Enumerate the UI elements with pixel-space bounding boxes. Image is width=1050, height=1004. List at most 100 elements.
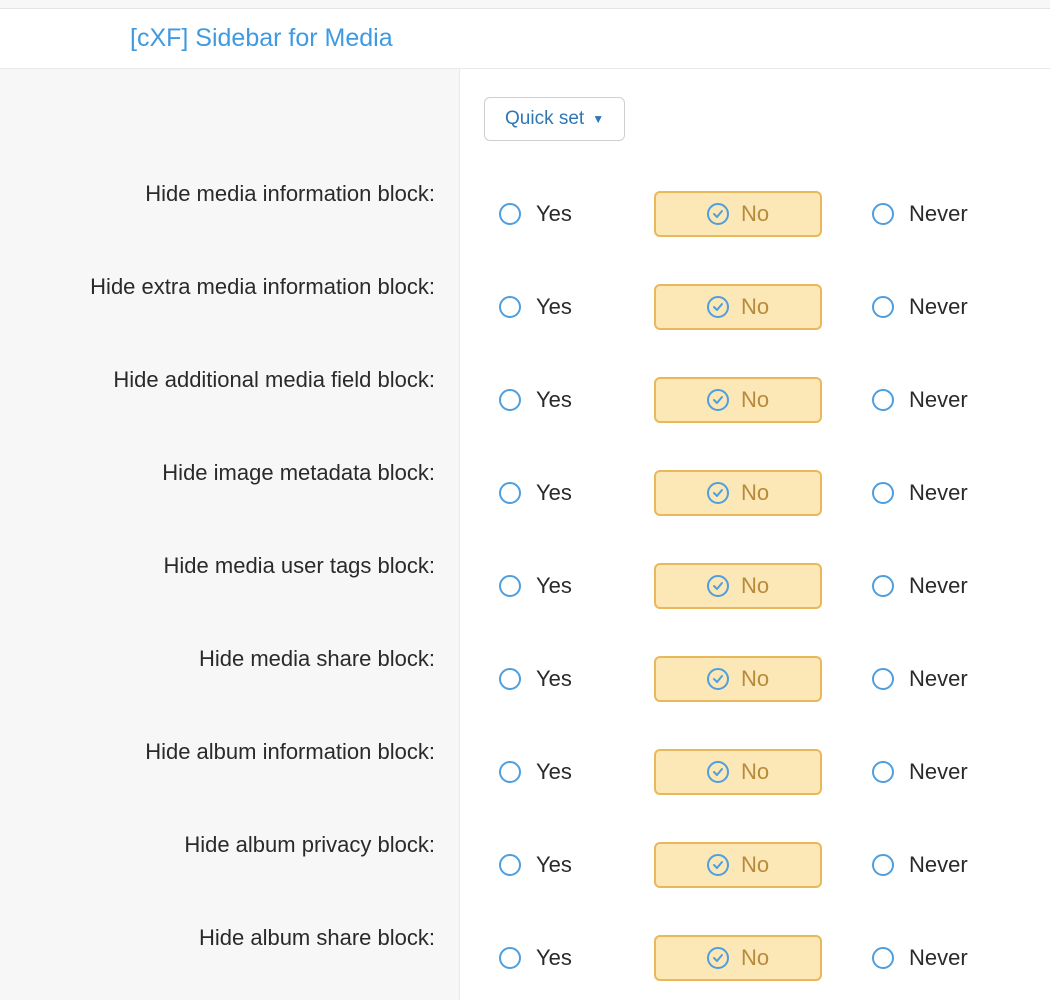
setting-row: Yes No Never — [484, 725, 1050, 818]
radio-icon — [499, 947, 521, 969]
option-label: No — [741, 480, 769, 506]
option-label: No — [741, 666, 769, 692]
title-bar: [cXF] Sidebar for Media — [0, 9, 1050, 69]
option-label: Yes — [536, 387, 572, 413]
radio-icon — [872, 854, 894, 876]
setting-row: Yes No Never — [484, 539, 1050, 632]
option-label: Never — [909, 294, 968, 320]
option-label: Yes — [536, 480, 572, 506]
option-yes[interactable]: Yes — [484, 201, 654, 227]
radio-icon — [499, 296, 521, 318]
option-never[interactable]: Never — [840, 759, 1010, 785]
chevron-down-icon: ▼ — [592, 112, 604, 126]
option-yes[interactable]: Yes — [484, 387, 654, 413]
option-never[interactable]: Never — [840, 480, 1010, 506]
setting-row: Yes No Never — [484, 167, 1050, 260]
setting-row: Yes No Never — [484, 818, 1050, 911]
option-yes[interactable]: Yes — [484, 945, 654, 971]
setting-label: Hide image metadata block: — [0, 426, 459, 519]
option-label: No — [741, 573, 769, 599]
option-no-selected[interactable]: No — [654, 842, 822, 888]
option-yes[interactable]: Yes — [484, 852, 654, 878]
option-label: Yes — [536, 666, 572, 692]
check-circle-icon — [707, 296, 729, 318]
option-never[interactable]: Never — [840, 573, 1010, 599]
radio-icon — [872, 761, 894, 783]
check-circle-icon — [707, 575, 729, 597]
option-label: Never — [909, 666, 968, 692]
option-yes[interactable]: Yes — [484, 573, 654, 599]
option-label: Yes — [536, 852, 572, 878]
option-no-selected[interactable]: No — [654, 191, 822, 237]
check-circle-icon — [707, 854, 729, 876]
setting-label: Hide album information block: — [0, 705, 459, 798]
check-circle-icon — [707, 947, 729, 969]
setting-row: Yes No Never — [484, 911, 1050, 1004]
option-label: Yes — [536, 294, 572, 320]
option-label: No — [741, 294, 769, 320]
option-never[interactable]: Never — [840, 666, 1010, 692]
setting-row: Yes No Never — [484, 260, 1050, 353]
setting-row: Yes No Never — [484, 353, 1050, 446]
check-circle-icon — [707, 668, 729, 690]
radio-icon — [499, 854, 521, 876]
radio-icon — [872, 203, 894, 225]
option-label: Never — [909, 201, 968, 227]
control-column: Quick set ▼ Yes No Never Yes No Never Yes No Nev… — [460, 69, 1050, 1000]
radio-icon — [499, 389, 521, 411]
option-label: Yes — [536, 573, 572, 599]
label-column: Hide media information block:Hide extra … — [0, 69, 460, 1000]
quick-set-button[interactable]: Quick set ▼ — [484, 97, 625, 141]
radio-icon — [872, 575, 894, 597]
option-no-selected[interactable]: No — [654, 656, 822, 702]
option-label: Never — [909, 945, 968, 971]
setting-label: Hide additional media field block: — [0, 333, 459, 426]
option-label: No — [741, 852, 769, 878]
option-no-selected[interactable]: No — [654, 377, 822, 423]
setting-label: Hide album privacy block: — [0, 798, 459, 891]
option-label: Yes — [536, 945, 572, 971]
setting-label: Hide album share block: — [0, 891, 459, 984]
option-label: Never — [909, 759, 968, 785]
option-yes[interactable]: Yes — [484, 759, 654, 785]
option-never[interactable]: Never — [840, 945, 1010, 971]
setting-row: Yes No Never — [484, 632, 1050, 725]
option-label: Never — [909, 573, 968, 599]
option-label: Never — [909, 852, 968, 878]
option-yes[interactable]: Yes — [484, 666, 654, 692]
option-yes[interactable]: Yes — [484, 480, 654, 506]
option-yes[interactable]: Yes — [484, 294, 654, 320]
radio-icon — [499, 761, 521, 783]
check-circle-icon — [707, 389, 729, 411]
option-never[interactable]: Never — [840, 294, 1010, 320]
setting-label: Hide media information block: — [0, 147, 459, 240]
option-label: Never — [909, 480, 968, 506]
setting-row: Yes No Never — [484, 446, 1050, 539]
option-label: No — [741, 759, 769, 785]
option-label: Never — [909, 387, 968, 413]
radio-icon — [499, 575, 521, 597]
option-never[interactable]: Never — [840, 852, 1010, 878]
check-circle-icon — [707, 761, 729, 783]
quick-set-label: Quick set — [505, 108, 584, 130]
option-never[interactable]: Never — [840, 387, 1010, 413]
check-circle-icon — [707, 203, 729, 225]
setting-label: Hide media user tags block: — [0, 519, 459, 612]
option-label: No — [741, 387, 769, 413]
option-label: Yes — [536, 201, 572, 227]
option-no-selected[interactable]: No — [654, 563, 822, 609]
option-label: No — [741, 201, 769, 227]
radio-icon — [872, 296, 894, 318]
radio-icon — [499, 203, 521, 225]
option-no-selected[interactable]: No — [654, 284, 822, 330]
setting-label: Hide media share block: — [0, 612, 459, 705]
option-no-selected[interactable]: No — [654, 470, 822, 516]
option-label: Yes — [536, 759, 572, 785]
radio-icon — [872, 947, 894, 969]
radio-icon — [872, 389, 894, 411]
option-no-selected[interactable]: No — [654, 749, 822, 795]
option-never[interactable]: Never — [840, 201, 1010, 227]
option-label: No — [741, 945, 769, 971]
page-title-link[interactable]: [cXF] Sidebar for Media — [130, 24, 393, 53]
option-no-selected[interactable]: No — [654, 935, 822, 981]
